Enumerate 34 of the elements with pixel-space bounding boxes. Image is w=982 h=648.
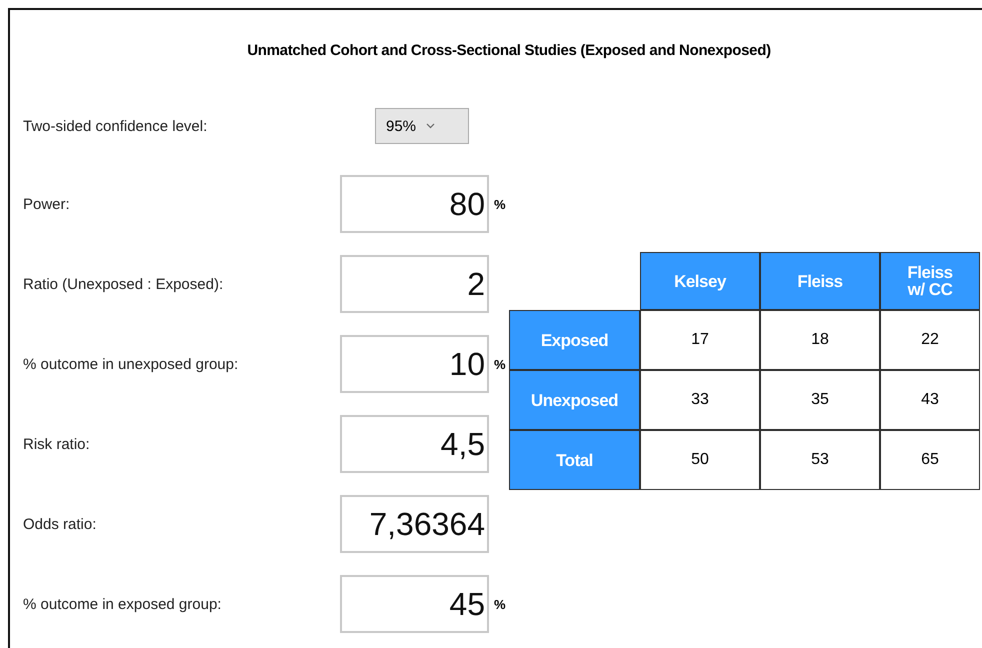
field-label: Ratio (Unexposed : Exposed):: [23, 276, 224, 292]
table-cell: 65: [880, 430, 980, 490]
table-cell: 17: [640, 310, 760, 370]
column-header: Fleiss w/ CC: [880, 252, 980, 310]
table-cell: 53: [760, 430, 880, 490]
unit-label: %: [494, 196, 506, 212]
row-header: Exposed: [509, 310, 640, 370]
panel-title: Unmatched Cohort and Cross-Sectional Studies (Exposed and Nonexposed): [246, 42, 772, 59]
confidence-dropdown[interactable]: 95%: [375, 108, 469, 144]
input-field[interactable]: 80: [340, 175, 489, 233]
field-label: Two-sided confidence level:: [23, 118, 208, 134]
input-field[interactable]: 4,5: [340, 415, 489, 473]
input-field[interactable]: 10: [340, 335, 489, 393]
table-cell: 18: [760, 310, 880, 370]
column-header: Fleiss: [760, 252, 880, 310]
column-header: Kelsey: [640, 252, 760, 310]
caret-icon: [426, 123, 436, 129]
field-label: % outcome in unexposed group:: [23, 356, 240, 372]
input-field[interactable]: 45: [340, 575, 489, 633]
table-cell: 33: [640, 370, 760, 430]
table-cell: 22: [880, 310, 980, 370]
input-field[interactable]: 2: [340, 255, 489, 313]
unit-label: %: [494, 596, 506, 612]
field-label: Risk ratio:: [23, 436, 91, 452]
row-header: Total: [509, 430, 640, 490]
field-label: Odds ratio:: [23, 516, 98, 532]
table-cell: 50: [640, 430, 760, 490]
field-label: Power:: [23, 196, 71, 212]
table-cell: 35: [760, 370, 880, 430]
unit-label: %: [494, 356, 506, 372]
input-field[interactable]: 7,36364: [340, 495, 489, 553]
field-label: % outcome in exposed group:: [23, 596, 222, 612]
row-header: Unexposed: [509, 370, 640, 430]
table-cell: 43: [880, 370, 980, 430]
